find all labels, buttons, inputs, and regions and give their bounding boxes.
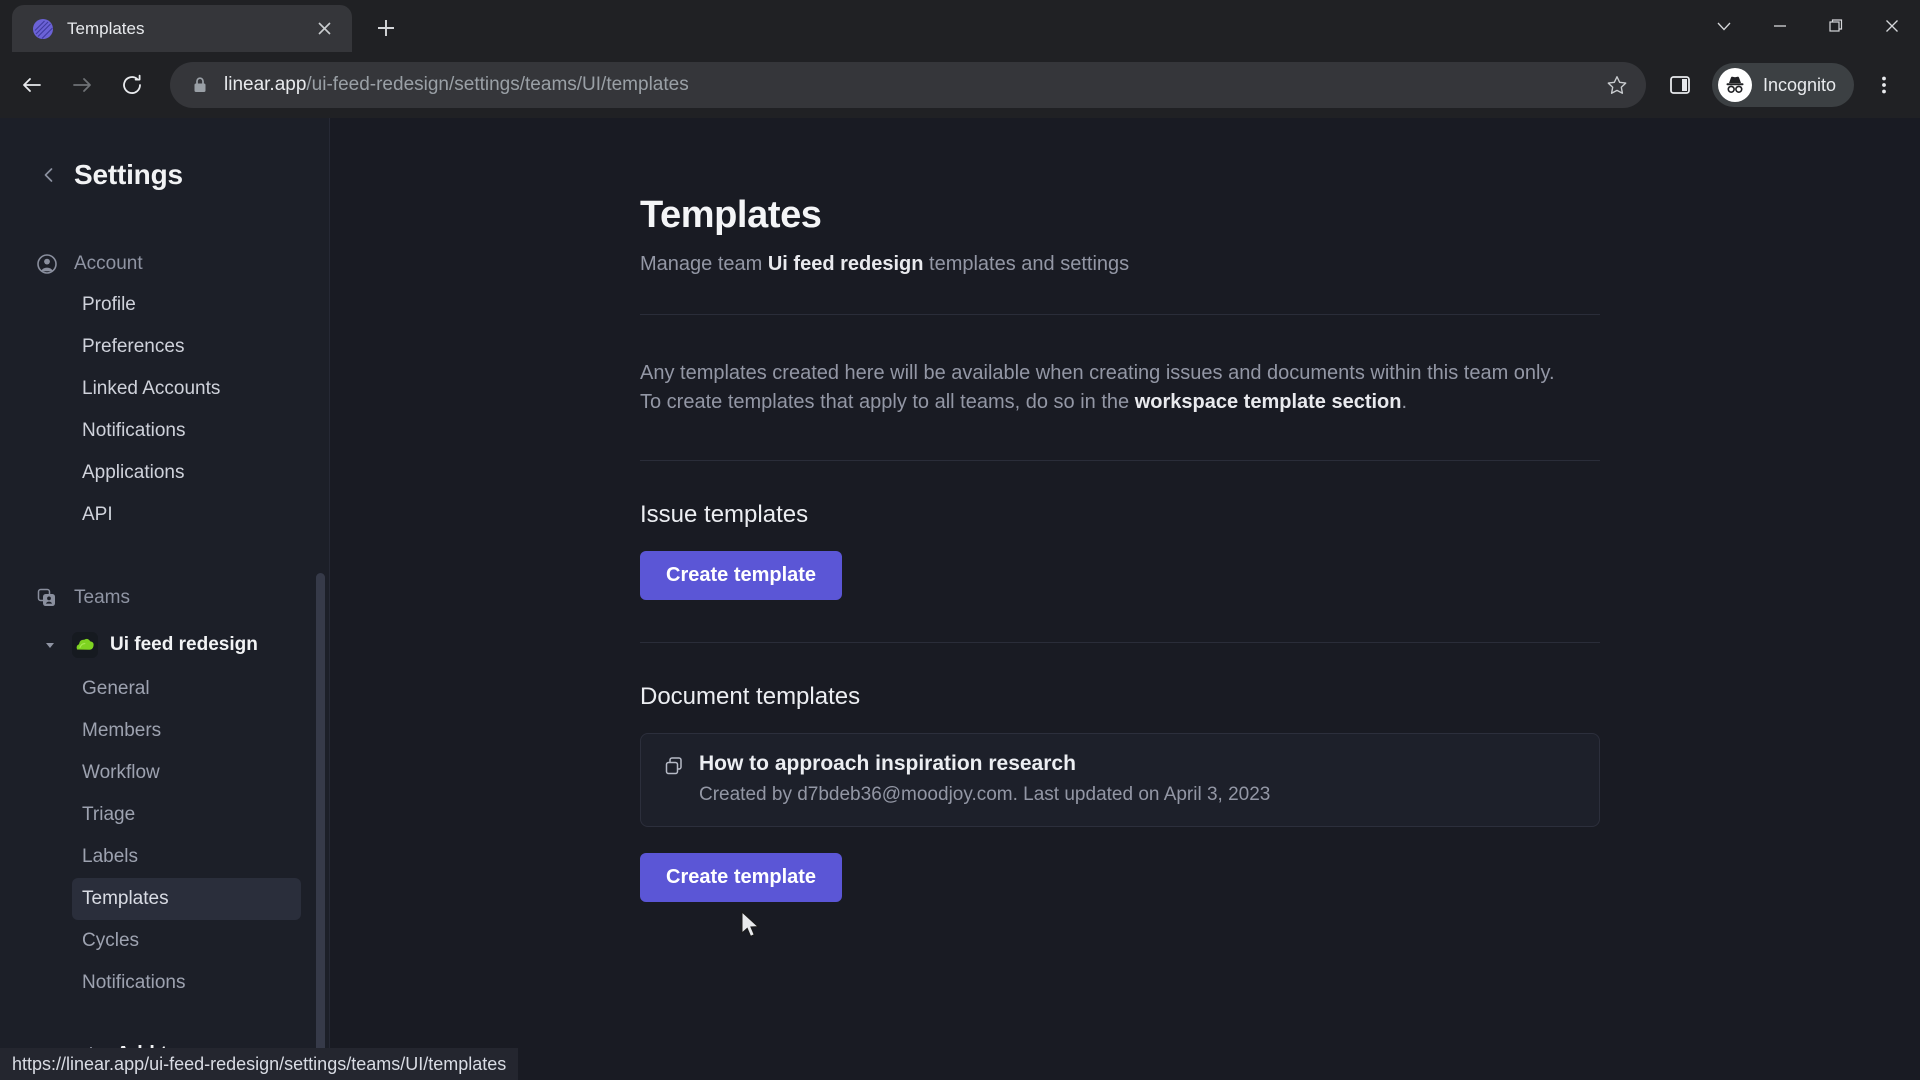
toolbar-right-cluster: Incognito (1658, 63, 1906, 107)
sidebar-group-teams: Teams Ui feed redesign General Members W… (0, 578, 329, 1004)
create-issue-template-button[interactable]: Create template (640, 550, 843, 600)
subtitle-prefix: Manage team (640, 253, 768, 275)
create-document-template-button[interactable]: Create template (640, 852, 843, 902)
sidebar-item-general[interactable]: General (72, 668, 301, 710)
incognito-indicator[interactable]: Incognito (1711, 63, 1854, 107)
sidebar-item-members[interactable]: Members (72, 710, 301, 752)
sidebar-item-triage[interactable]: Triage (72, 794, 301, 836)
close-window-icon[interactable] (1864, 0, 1920, 52)
document-templates-section: Document templates How to approach inspi… (640, 683, 1600, 902)
address-bar[interactable]: linear.app/ui-feed-redesign/settings/tea… (170, 62, 1646, 108)
incognito-icon (1717, 68, 1752, 102)
linear-logo-icon (32, 18, 54, 40)
browser-toolbar: linear.app/ui-feed-redesign/settings/tea… (0, 52, 1920, 118)
settings-sidebar: Settings Account Profile Preferences Lin… (0, 118, 330, 1080)
divider-top (640, 314, 1600, 315)
three-dot-menu-icon[interactable] (1862, 63, 1906, 107)
sidebar-scrollbar[interactable] (316, 573, 325, 1080)
sidebar-item-workflow[interactable]: Workflow (72, 752, 301, 794)
tab-title: Templates (67, 18, 145, 38)
url-text: linear.app/ui-feed-redesign/settings/tea… (224, 74, 1584, 96)
issue-templates-section: Issue templates Create template (640, 501, 1600, 600)
intro-line-1: Any templates created here will be avail… (640, 362, 1555, 384)
url-domain: linear.app (224, 74, 307, 95)
green-cloud-avatar-icon (72, 632, 98, 658)
main-content: Templates Manage team Ui feed redesign t… (330, 118, 1920, 1080)
mouse-cursor (741, 910, 763, 946)
chevron-left-icon[interactable] (40, 166, 60, 184)
sidebar-item-applications[interactable]: Applications (72, 452, 301, 494)
status-bar: https://linear.app/ui-feed-redesign/sett… (0, 1048, 519, 1080)
sidebar-group-header-account: Account (0, 244, 329, 284)
lock-icon (192, 76, 210, 94)
incognito-label: Incognito (1762, 74, 1836, 95)
page-title: Settings (74, 159, 183, 190)
document-templates-title: Document templates (640, 682, 861, 710)
teams-icon (36, 587, 58, 609)
browser-tab[interactable]: Templates (12, 5, 352, 52)
intro-line-2-prefix: To create templates that apply to all te… (640, 391, 1135, 414)
sidebar-item-labels[interactable]: Labels (72, 836, 301, 878)
sidebar-item-cycles[interactable]: Cycles (72, 920, 301, 962)
sidebar-group-label-account: Account (74, 253, 143, 274)
sidebar-item-notifications[interactable]: Notifications (72, 410, 301, 452)
list-item[interactable]: How to approach inspiration research Cre… (640, 732, 1600, 827)
minimize-icon[interactable] (1752, 0, 1808, 52)
document-template-meta: Created by d7bdeb36@moodjoy.com. Last up… (699, 783, 1271, 805)
sidebar-item-linked-accounts[interactable]: Linked Accounts (72, 368, 301, 410)
divider-issue-templates (640, 459, 1600, 461)
intro-line-2-suffix: . (1401, 391, 1408, 414)
bookmark-star-icon[interactable] (1598, 66, 1636, 104)
status-bar-url: https://linear.app/ui-feed-redesign/sett… (12, 1053, 507, 1074)
sidebar-team-ui-feed-redesign[interactable]: Ui feed redesign (0, 622, 329, 668)
sidebar-item-team-notifications[interactable]: Notifications (72, 962, 301, 1004)
account-circle-icon (36, 253, 58, 275)
chevron-down-icon[interactable] (1696, 0, 1752, 52)
settings-header[interactable]: Settings (0, 148, 329, 202)
sidebar-group-header-teams: Teams (0, 578, 329, 618)
url-path: /ui-feed-redesign/settings/teams/UI/temp… (306, 74, 689, 95)
main-page-title: Templates (640, 194, 822, 236)
sidebar-item-preferences[interactable]: Preferences (72, 326, 301, 368)
back-arrow-icon[interactable] (8, 61, 56, 109)
divider-document-templates (640, 641, 1600, 643)
new-tab-button[interactable] (366, 8, 406, 48)
close-icon[interactable] (310, 15, 338, 43)
workspace-template-section-link[interactable]: workspace template section (1135, 391, 1402, 413)
window-controls (1696, 0, 1920, 52)
caret-down-icon[interactable] (44, 639, 60, 651)
issue-templates-title: Issue templates (640, 500, 809, 528)
document-copy-icon (663, 755, 685, 782)
document-template-title: How to approach inspiration research (699, 751, 1076, 775)
forward-arrow-icon[interactable] (58, 61, 106, 109)
sidebar-group-label-teams: Teams (74, 587, 130, 608)
sidebar-item-profile[interactable]: Profile (72, 284, 301, 326)
sidebar-item-templates[interactable]: Templates (72, 878, 301, 920)
maximize-icon[interactable] (1808, 0, 1864, 52)
intro-paragraph: Any templates created here will be avail… (640, 359, 1600, 418)
browser-window: Templates linear.app/ui-feed-redesign/se… (0, 0, 1920, 1080)
sidebar-team-name: Ui feed redesign (110, 634, 258, 655)
browser-titlebar: Templates (0, 0, 1920, 52)
side-panel-icon[interactable] (1658, 63, 1702, 107)
sidebar-group-account: Account Profile Preferences Linked Accou… (0, 244, 329, 536)
sidebar-item-api[interactable]: API (72, 494, 301, 536)
page-viewport: Settings Account Profile Preferences Lin… (0, 118, 1920, 1080)
subtitle-suffix: templates and settings (923, 253, 1130, 275)
reload-icon[interactable] (108, 61, 156, 109)
subtitle-team-name: Ui feed redesign (767, 253, 924, 275)
main-page-subtitle: Manage team Ui feed redesign templates a… (640, 253, 1600, 276)
